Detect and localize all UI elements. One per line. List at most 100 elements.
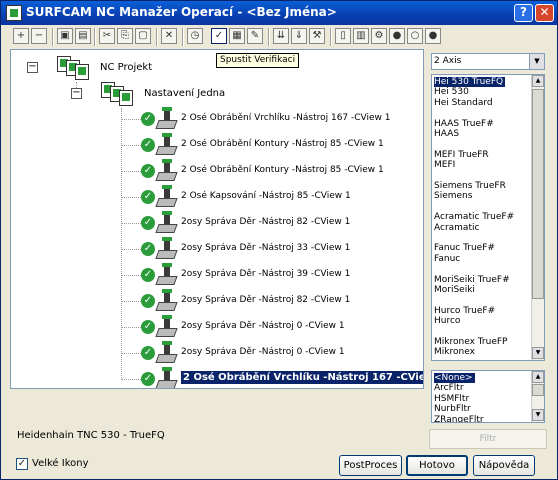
filter-list[interactable]: ▲ ▼ <None> ArcFltr HSMFltr NurbFltr ZRangeFl… — [431, 370, 545, 423]
post-list-item[interactable]: Fanuc TrueF# — [434, 243, 495, 253]
copy-op-icon[interactable]: ▣ — [57, 28, 73, 44]
post-list-item[interactable]: Siemens TrueFR — [434, 181, 506, 191]
project-label[interactable]: NC Projekt — [100, 62, 152, 73]
napoveda-button[interactable]: Nápověda — [473, 455, 535, 476]
post-list-scrollbar[interactable]: ▲ ▼ — [531, 75, 544, 360]
move-op-icon[interactable]: ▤ — [75, 28, 91, 44]
post-list-item[interactable]: Siemens — [434, 191, 472, 201]
expand-icon[interactable]: + — [13, 28, 29, 44]
toolbar-separator — [156, 28, 158, 46]
large-icons-checkbox[interactable]: ✓ — [16, 458, 28, 470]
nc-manager-window: SURFCAM NC Manažer Operací - <Bez Jména>… — [0, 0, 558, 480]
page-icon[interactable]: ▯ — [335, 28, 351, 44]
setup-expander[interactable]: − — [71, 88, 82, 99]
post-list-item[interactable]: Mikronex — [434, 347, 475, 357]
filter-list-item[interactable]: <None> — [434, 373, 475, 383]
operation-icon — [155, 133, 178, 156]
green-dots-2-icon[interactable]: ● — [425, 28, 441, 44]
root-expander[interactable]: − — [27, 62, 38, 73]
setup-label[interactable]: Nastavení Jedna — [144, 88, 225, 99]
filter-list-scrollbar[interactable]: ▲ ▼ — [531, 371, 544, 422]
grey-dots-icon[interactable]: ○ — [407, 28, 423, 44]
verified-check-icon: ✓ — [141, 112, 155, 126]
verified-check-icon: ✓ — [141, 242, 155, 256]
post-list-item[interactable]: HAAS TrueF# — [434, 119, 494, 129]
large-icons-label[interactable]: Velké Ikony — [32, 458, 89, 469]
scroll-up-icon[interactable]: ▲ — [532, 371, 544, 383]
post-list-item[interactable]: Hurco TrueF# — [434, 306, 495, 316]
paste-icon[interactable]: ▢ — [135, 28, 151, 44]
postproces-button[interactable]: PostProces — [339, 455, 402, 476]
operation-icon — [155, 185, 178, 208]
operation-icon — [155, 263, 178, 286]
post-icon[interactable]: ▥ — [353, 28, 369, 44]
toolbar-separator — [52, 28, 54, 46]
filter-list-item[interactable]: ArcFltr — [434, 383, 464, 393]
close-button[interactable]: ✕ — [535, 4, 554, 22]
operation-label: 2 Osé Obrábění Vrchlíku -Nástroj 167 -CV… — [181, 371, 423, 384]
operation-icon — [155, 367, 178, 388]
setup-icon[interactable]: ⚙ — [371, 28, 387, 44]
post-list-item[interactable]: MoriSeiki — [434, 285, 475, 295]
project-icon — [57, 56, 91, 80]
operation-label: 2osy Správa Děr -Nástroj 0 -CView 1 — [181, 347, 345, 357]
post-list-item[interactable]: Acramatic — [434, 223, 479, 233]
hotovo-button[interactable]: Hotovo — [406, 455, 468, 476]
app-icon — [6, 5, 22, 21]
post-list-item[interactable]: HAAS — [434, 129, 459, 139]
post-processor-list[interactable]: ▲ ▼ Hei 530 TrueFQ Hei 530 Hei Standard HAA… — [431, 74, 545, 361]
filtr-button[interactable]: Filtr — [429, 429, 547, 449]
operation-icon — [155, 211, 178, 234]
operation-label: 2osy Správa Děr -Nástroj 82 -CView 1 — [181, 217, 351, 227]
filter-list-item[interactable]: NurbFltr — [434, 404, 471, 414]
toolbar-separator — [94, 28, 96, 46]
verified-check-icon: ✓ — [141, 138, 155, 152]
scroll-down-icon[interactable]: ▼ — [532, 409, 544, 421]
verified-check-icon: ✓ — [141, 320, 155, 334]
time-icon[interactable]: ◷ — [187, 28, 203, 44]
operation-icon — [155, 237, 178, 260]
collapse-icon[interactable]: − — [31, 28, 47, 44]
filter-list-item[interactable]: HSMFltr — [434, 394, 469, 404]
post-list-item[interactable]: Acramatic TrueF# — [434, 212, 514, 222]
scroll-up-icon[interactable]: ▲ — [532, 75, 544, 87]
delete-icon[interactable]: ✕ — [161, 28, 177, 44]
copy-icon[interactable]: ⎘ — [117, 28, 133, 44]
post-list-item[interactable]: Hei 530 TrueFQ — [434, 77, 506, 87]
sim-down-icon[interactable]: ⇓ — [291, 28, 307, 44]
operation-label: 2 Osé Obrábění Kontury -Nástroj 85 -CVie… — [181, 139, 384, 149]
cut-icon[interactable]: ✂ — [99, 28, 115, 44]
operation-label: 2 Osé Obrábění Kontury -Nástroj 85 -CVie… — [181, 165, 384, 175]
post-list-item[interactable]: Hei Standard — [434, 98, 493, 108]
toolbar-separator — [182, 28, 184, 46]
post-list-item[interactable]: Fanuc — [434, 254, 460, 264]
post-list-item[interactable]: MoriSeiki TrueF# — [434, 275, 510, 285]
window-title: SURFCAM NC Manažer Operací - <Bez Jména> — [26, 5, 337, 19]
green-dots-icon[interactable]: ● — [389, 28, 405, 44]
verify-stack-icon[interactable]: ▦ — [229, 28, 245, 44]
axis-select[interactable]: 2 Axis ▼ — [431, 53, 545, 70]
filter-list-item[interactable]: ZRangeFltr — [434, 415, 484, 422]
post-list-item[interactable]: Hurco — [434, 316, 460, 326]
chevron-down-icon[interactable]: ▼ — [529, 54, 544, 69]
scroll-down-icon[interactable]: ▼ — [532, 347, 544, 359]
help-title-button[interactable]: ? — [514, 4, 533, 22]
operations-tree[interactable]: − NC Projekt − Nastavení Jedna ✓ 2 Osé Ob… — [10, 49, 424, 389]
post-list-item[interactable]: Mikronex TrueFP — [434, 337, 507, 347]
post-list-item[interactable]: MEFI TrueFR — [434, 150, 489, 160]
scroll-thumb[interactable] — [532, 89, 544, 299]
scroll-thumb[interactable] — [532, 384, 544, 396]
verified-check-icon: ✓ — [141, 372, 155, 386]
title-bar[interactable]: SURFCAM NC Manažer Operací - <Bez Jména>… — [1, 1, 557, 25]
verified-check-icon: ✓ — [141, 294, 155, 308]
operation-label: 2osy Správa Děr -Nástroj 0 -CView 1 — [181, 321, 345, 331]
post-list-item[interactable]: MEFI — [434, 160, 455, 170]
post-list-item[interactable]: Hei 530 — [434, 87, 469, 97]
operation-label: 2 Osé Obrábění Vrchlíku -Nástroj 167 -CV… — [181, 113, 391, 123]
sim-red-icon[interactable]: ⇊ — [273, 28, 289, 44]
toolbar-separator — [330, 28, 332, 46]
verified-check-icon: ✓ — [141, 164, 155, 178]
simulate-icon[interactable]: ✎ — [247, 28, 263, 44]
tool-icon[interactable]: ⚒ — [309, 28, 325, 44]
verify-icon[interactable]: ✓ — [211, 28, 227, 44]
